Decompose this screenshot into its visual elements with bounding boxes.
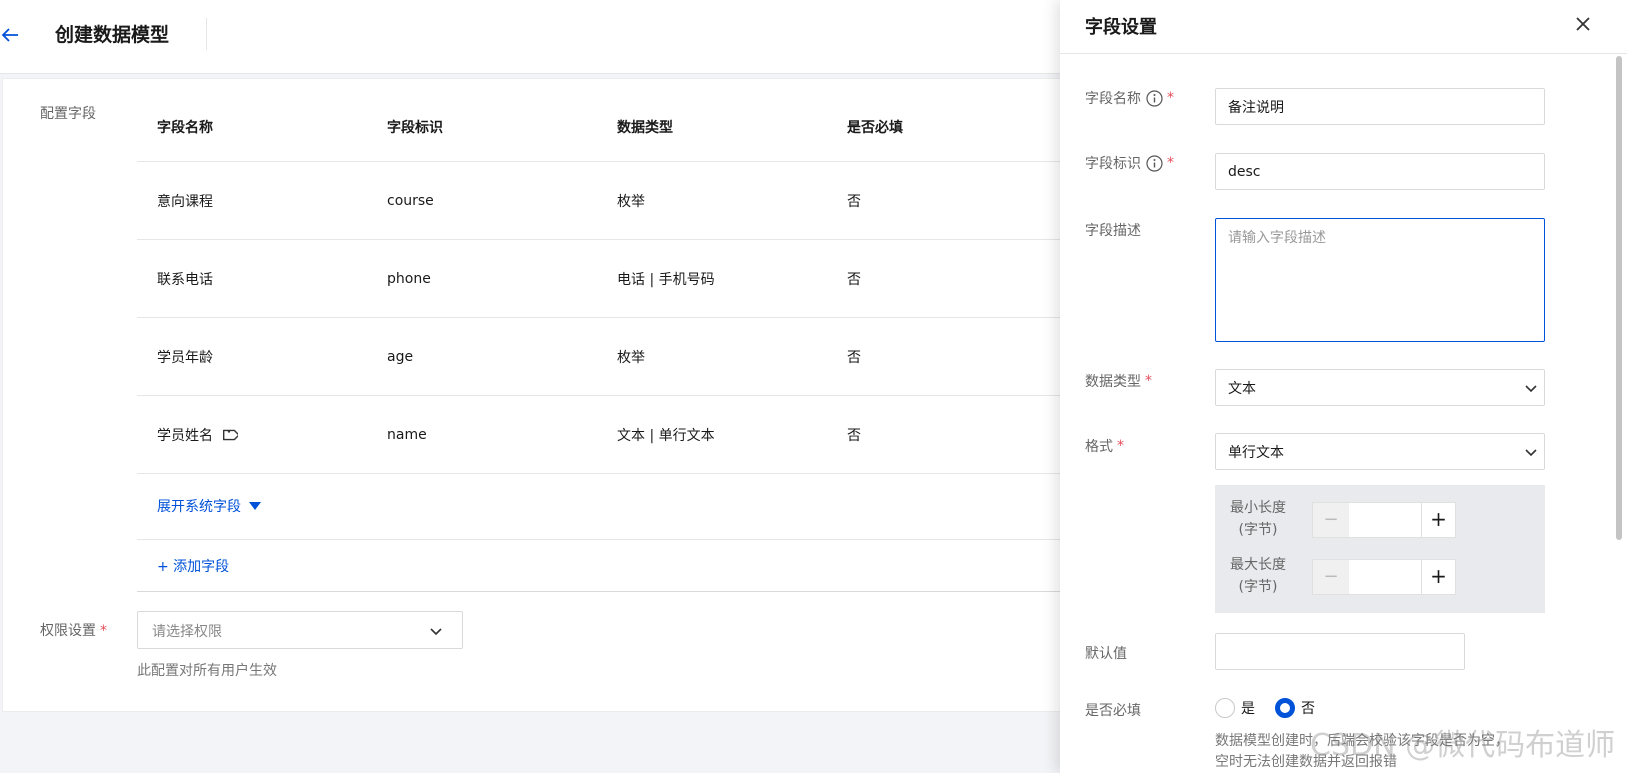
- table-header: 字段名称 字段标识 数据类型 是否必填: [137, 92, 1082, 162]
- chevron-down-icon: [1525, 385, 1537, 393]
- format-select[interactable]: 单行文本: [1215, 433, 1545, 470]
- drawer-scrollbar[interactable]: [1616, 56, 1622, 540]
- add-field-row: + 添加字段: [137, 540, 1082, 592]
- required-radio-group: 是 否: [1215, 698, 1335, 718]
- field-name-input[interactable]: [1215, 88, 1545, 125]
- default-value-label: 默认值: [1085, 646, 1127, 662]
- cell-required: 否: [847, 271, 861, 288]
- expand-system-fields-row: 展开系统字段: [137, 474, 1082, 540]
- page-title: 创建数据模型: [55, 24, 170, 46]
- cell-field-key: phone: [387, 270, 431, 287]
- field-settings-drawer: 字段设置 字段名称 * 字段标识 * 字段描述 数据类型* 文本: [1060, 0, 1627, 773]
- required-star: *: [1167, 90, 1174, 106]
- tag-icon: [222, 429, 238, 440]
- cell-required: 否: [847, 349, 861, 366]
- info-icon[interactable]: [1146, 154, 1163, 172]
- format-select-value: 单行文本: [1228, 445, 1284, 461]
- cell-field-name: 学员姓名: [157, 396, 238, 473]
- table-row[interactable]: 学员姓名 name 文本 | 单行文本 否: [137, 396, 1082, 474]
- title-divider: [206, 18, 207, 50]
- column-header-name: 字段名称: [157, 119, 213, 136]
- required-label: 是否必填: [1085, 703, 1141, 719]
- cell-field-key: age: [387, 348, 414, 365]
- cell-field-name: 联系电话: [157, 271, 213, 288]
- required-no-label[interactable]: 否: [1301, 698, 1315, 718]
- required-star: *: [1117, 438, 1124, 454]
- close-icon[interactable]: [1574, 15, 1592, 33]
- required-yes-radio[interactable]: [1215, 698, 1235, 718]
- back-arrow-icon[interactable]: [0, 24, 22, 46]
- required-yes-label[interactable]: 是: [1241, 698, 1255, 718]
- cell-required: 否: [847, 427, 861, 444]
- data-type-select[interactable]: 文本: [1215, 369, 1545, 406]
- cell-field-name-text: 学员姓名: [157, 427, 213, 444]
- min-length-stepper[interactable]: − +: [1312, 502, 1456, 538]
- cell-data-type: 枚举: [617, 193, 645, 210]
- drawer-title: 字段设置: [1085, 17, 1157, 38]
- field-key-label-text: 字段标识: [1085, 156, 1141, 172]
- length-settings-box: 最小长度 (字节) − + 最大长度 (字节) − +: [1215, 485, 1545, 613]
- permission-hint: 此配置对所有用户生效: [137, 663, 277, 679]
- min-length-label-line1: 最小长度: [1230, 500, 1286, 516]
- required-star: *: [1167, 155, 1174, 171]
- info-icon[interactable]: [1146, 89, 1163, 107]
- min-length-label-line2: (字节): [1238, 522, 1278, 538]
- permission-select-placeholder: 请选择权限: [152, 624, 222, 640]
- max-length-label-line1: 最大长度: [1230, 557, 1286, 573]
- field-key-input[interactable]: [1215, 153, 1545, 190]
- table-row[interactable]: 学员年龄 age 枚举 否: [137, 318, 1082, 396]
- required-star: *: [1145, 373, 1152, 389]
- cell-field-name: 学员年龄: [157, 349, 213, 366]
- cell-field-name: 意向课程: [157, 193, 213, 210]
- fields-section-label: 配置字段: [40, 106, 96, 122]
- max-length-stepper[interactable]: − +: [1312, 559, 1456, 595]
- field-key-label: 字段标识 *: [1085, 153, 1174, 173]
- cell-field-key: name: [387, 426, 427, 443]
- column-header-key: 字段标识: [387, 119, 443, 136]
- permission-select[interactable]: 请选择权限: [137, 611, 463, 649]
- min-length-input[interactable]: [1349, 503, 1421, 537]
- cell-field-key: course: [387, 192, 434, 209]
- data-type-select-value: 文本: [1228, 381, 1256, 397]
- permission-label-text: 权限设置: [40, 623, 96, 639]
- add-field-link[interactable]: + 添加字段: [157, 556, 229, 576]
- permission-label: 权限设置 *: [40, 620, 107, 640]
- field-desc-label: 字段描述: [1085, 223, 1141, 239]
- chevron-down-icon: [1525, 449, 1537, 457]
- table-row[interactable]: 联系电话 phone 电话 | 手机号码 否: [137, 240, 1082, 318]
- cell-data-type: 枚举: [617, 349, 645, 366]
- field-desc-textarea[interactable]: [1215, 218, 1545, 342]
- max-length-input[interactable]: [1349, 560, 1421, 594]
- drawer-header: 字段设置: [1060, 0, 1627, 54]
- min-length-decrement-button[interactable]: −: [1313, 503, 1349, 537]
- chevron-down-icon: [430, 628, 442, 636]
- cell-data-type: 文本 | 单行文本: [617, 427, 715, 444]
- required-star: *: [100, 623, 107, 639]
- max-length-label-line2: (字节): [1238, 579, 1278, 595]
- cell-required: 否: [847, 193, 861, 210]
- data-type-label-text: 数据类型: [1085, 374, 1141, 390]
- min-length-increment-button[interactable]: +: [1421, 503, 1455, 537]
- default-value-input[interactable]: [1215, 633, 1465, 670]
- required-no-radio[interactable]: [1275, 698, 1295, 718]
- triangle-down-icon: [249, 502, 261, 510]
- format-label-text: 格式: [1085, 439, 1113, 455]
- expand-system-fields-link[interactable]: 展开系统字段: [157, 496, 261, 516]
- cell-data-type: 电话 | 手机号码: [617, 271, 715, 288]
- table-row[interactable]: 意向课程 course 枚举 否: [137, 162, 1082, 240]
- format-label: 格式 *: [1085, 436, 1124, 456]
- max-length-label: 最大长度 (字节): [1226, 554, 1290, 598]
- fields-table: 字段名称 字段标识 数据类型 是否必填 意向课程 course 枚举 否 联系电…: [137, 92, 1082, 592]
- min-length-label: 最小长度 (字节): [1226, 497, 1290, 541]
- field-name-label: 字段名称 *: [1085, 88, 1174, 108]
- max-length-decrement-button[interactable]: −: [1313, 560, 1349, 594]
- field-name-label-text: 字段名称: [1085, 91, 1141, 107]
- column-header-type: 数据类型: [617, 119, 673, 136]
- max-length-increment-button[interactable]: +: [1421, 560, 1455, 594]
- column-header-required: 是否必填: [847, 119, 903, 136]
- expand-system-fields-label: 展开系统字段: [157, 499, 241, 515]
- data-type-label: 数据类型 *: [1085, 371, 1152, 391]
- watermark: CSDN @微代码布道师: [1310, 728, 1616, 763]
